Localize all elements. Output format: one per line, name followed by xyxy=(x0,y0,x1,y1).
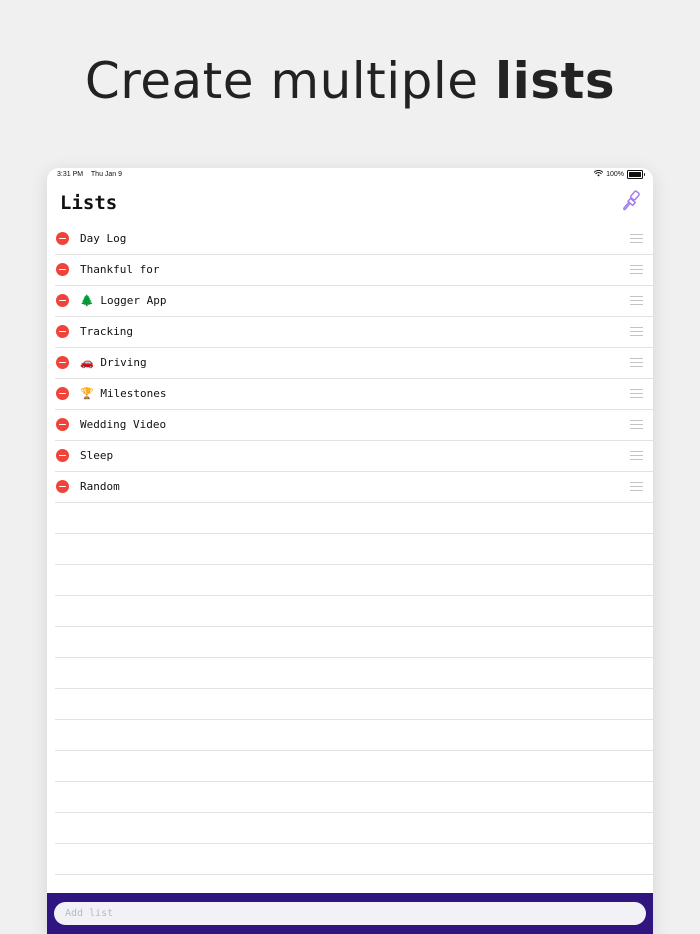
minus-icon xyxy=(59,485,66,488)
delete-button[interactable] xyxy=(56,449,69,462)
status-right: 100% xyxy=(593,169,645,179)
list-item-label: Random xyxy=(80,480,120,493)
drag-handle-icon[interactable] xyxy=(630,296,643,305)
status-date: Thu Jan 9 xyxy=(90,171,123,178)
device-frame: 3:31 PM Thu Jan 9 100% Lists Day Log Tha… xyxy=(47,168,653,934)
empty-row xyxy=(55,627,653,658)
page-title: Lists xyxy=(60,192,118,214)
empty-row xyxy=(55,813,653,844)
delete-button[interactable] xyxy=(56,480,69,493)
delete-button[interactable] xyxy=(56,325,69,338)
theme-button[interactable] xyxy=(619,190,645,216)
delete-button[interactable] xyxy=(56,232,69,245)
minus-icon xyxy=(59,237,66,240)
status-left: 3:31 PM Thu Jan 9 xyxy=(57,171,128,178)
delete-button[interactable] xyxy=(56,356,69,369)
list-item[interactable]: 🏆 Milestones xyxy=(55,379,653,410)
minus-icon xyxy=(59,423,66,426)
empty-row xyxy=(55,782,653,813)
drag-handle-icon[interactable] xyxy=(630,482,643,491)
list-item-label: Sleep xyxy=(80,449,114,462)
drag-handle-icon[interactable] xyxy=(630,358,643,367)
list-item[interactable]: Day Log xyxy=(55,224,653,255)
empty-row xyxy=(55,565,653,596)
empty-row xyxy=(55,720,653,751)
headline-light: Create multiple xyxy=(84,52,495,110)
list-item[interactable]: Tracking xyxy=(55,317,653,348)
minus-icon xyxy=(59,392,66,395)
list-item-label: Wedding Video xyxy=(80,418,167,431)
list-item-label: 🚗 Driving xyxy=(80,356,147,369)
list-item[interactable]: 🚗 Driving xyxy=(55,348,653,379)
list-item[interactable]: Thankful for xyxy=(55,255,653,286)
empty-row xyxy=(55,534,653,565)
delete-button[interactable] xyxy=(56,263,69,276)
minus-icon xyxy=(59,330,66,333)
status-bar: 3:31 PM Thu Jan 9 100% xyxy=(47,168,653,182)
drag-handle-icon[interactable] xyxy=(630,327,643,336)
empty-row xyxy=(55,689,653,720)
empty-row xyxy=(55,751,653,782)
empty-row xyxy=(55,596,653,627)
drag-handle-icon[interactable] xyxy=(630,234,643,243)
battery-percent: 100% xyxy=(606,171,624,178)
empty-row xyxy=(55,658,653,689)
empty-row xyxy=(55,844,653,875)
drag-handle-icon[interactable] xyxy=(630,420,643,429)
list-item-label: Day Log xyxy=(80,232,127,245)
headline: Create multiple lists xyxy=(0,52,700,110)
list-item[interactable]: Wedding Video xyxy=(55,410,653,441)
paintbrush-icon xyxy=(621,190,643,216)
drag-handle-icon[interactable] xyxy=(630,451,643,460)
nav-bar: Lists xyxy=(47,190,653,220)
list-item-label: Thankful for xyxy=(80,263,160,276)
add-list-bar xyxy=(47,893,653,934)
list-item-label: Tracking xyxy=(80,325,133,338)
list-item[interactable]: Random xyxy=(55,472,653,503)
battery-icon xyxy=(627,170,645,179)
minus-icon xyxy=(59,361,66,364)
status-time: 3:31 PM xyxy=(57,171,84,178)
list-item-label: 🏆 Milestones xyxy=(80,387,167,400)
delete-button[interactable] xyxy=(56,294,69,307)
list-item[interactable]: Sleep xyxy=(55,441,653,472)
drag-handle-icon[interactable] xyxy=(630,389,643,398)
headline-bold: lists xyxy=(494,52,616,110)
empty-row xyxy=(55,503,653,534)
list-item[interactable]: 🌲 Logger App xyxy=(55,286,653,317)
wifi-icon xyxy=(593,169,604,179)
drag-handle-icon[interactable] xyxy=(630,265,643,274)
minus-icon xyxy=(59,454,66,457)
minus-icon xyxy=(59,268,66,271)
delete-button[interactable] xyxy=(56,387,69,400)
minus-icon xyxy=(59,299,66,302)
list-item-label: 🌲 Logger App xyxy=(80,294,167,307)
add-list-input[interactable] xyxy=(54,902,646,925)
lists-table: Day Log Thankful for 🌲 Logger App Tracki… xyxy=(47,224,653,875)
delete-button[interactable] xyxy=(56,418,69,431)
